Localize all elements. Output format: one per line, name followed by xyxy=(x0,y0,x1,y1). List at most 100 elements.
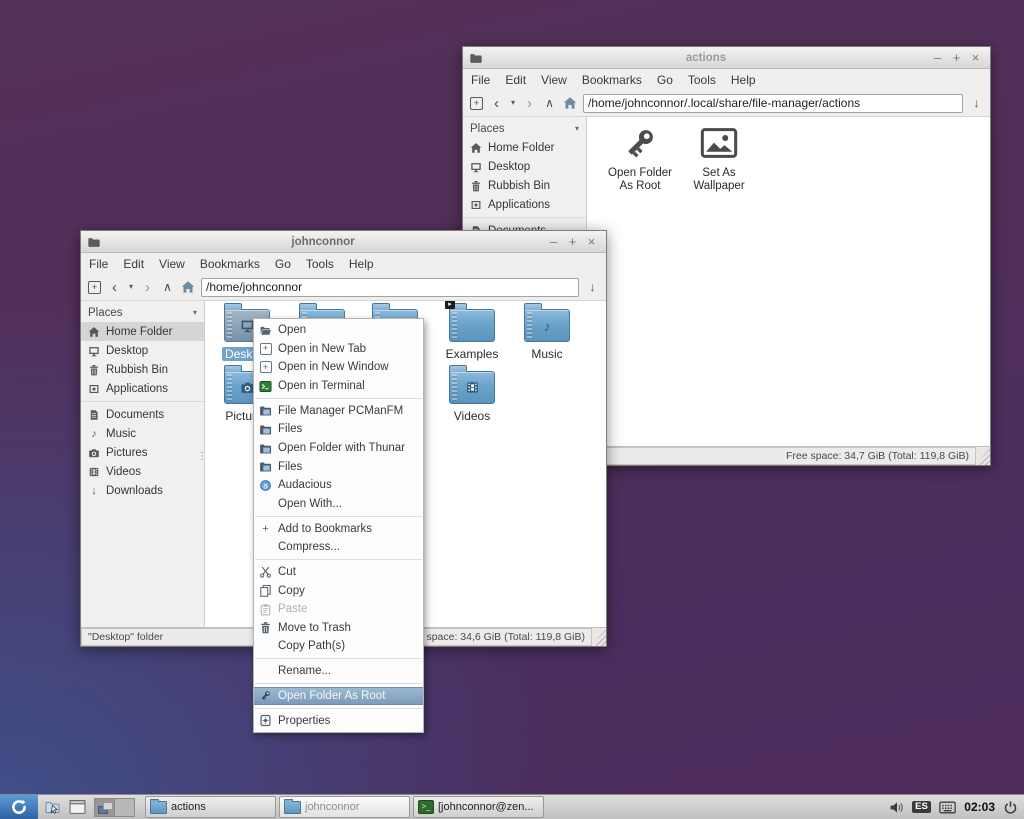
back-icon[interactable]: ‹ xyxy=(488,94,505,112)
sidebar-item-home[interactable]: Home Folder xyxy=(81,322,204,341)
keyboard-layout-badge[interactable]: ES xyxy=(912,801,932,814)
file-view-actions[interactable]: Open Folder As Root Set As Wallpaper xyxy=(587,117,990,446)
address-bar[interactable] xyxy=(201,278,579,297)
folder-music[interactable]: ♪ Music xyxy=(517,301,577,361)
sidebar-item-videos[interactable]: Videos xyxy=(81,462,204,481)
keyboard-icon[interactable] xyxy=(939,800,956,815)
menu-file[interactable]: File xyxy=(89,257,108,271)
folder-videos[interactable]: Videos xyxy=(442,363,502,423)
menu-file[interactable]: File xyxy=(471,73,490,87)
file-set-as-wallpaper[interactable]: Set As Wallpaper xyxy=(683,123,755,193)
start-menu-button[interactable] xyxy=(0,795,38,819)
properties-icon xyxy=(259,714,272,727)
folder-examples[interactable]: ▸ Examples xyxy=(442,301,502,361)
sidebar-item-documents[interactable]: Documents xyxy=(81,405,204,424)
menu-view[interactable]: View xyxy=(159,257,185,271)
new-tab-icon: + xyxy=(260,343,272,355)
places-header[interactable]: Places ▾ xyxy=(463,119,586,138)
menu-item-copy-paths[interactable]: Copy Path(s) xyxy=(254,637,423,656)
menu-item-open-in-terminal[interactable]: Open in Terminal xyxy=(254,377,423,396)
menu-item-add-to-bookmarks[interactable]: +Add to Bookmarks xyxy=(254,519,423,538)
menu-item-move-to-trash[interactable]: Move to Trash xyxy=(254,618,423,637)
resize-grip[interactable] xyxy=(976,447,990,465)
image-icon xyxy=(699,123,739,163)
places-header[interactable]: Places ▾ xyxy=(81,303,204,322)
sidebar-item-downloads[interactable]: ↓Downloads xyxy=(81,481,204,500)
close-button[interactable]: × xyxy=(967,49,984,66)
titlebar-actions[interactable]: actions – + × xyxy=(463,47,990,69)
file-manager-launcher[interactable] xyxy=(41,797,63,817)
maximize-button[interactable]: + xyxy=(948,49,965,66)
menu-item-copy[interactable]: Copy xyxy=(254,581,423,600)
titlebar-johnconnor[interactable]: johnconnor – + × xyxy=(81,231,606,253)
menu-bookmarks[interactable]: Bookmarks xyxy=(200,257,260,271)
up-icon[interactable]: ∧ xyxy=(541,94,558,112)
resize-grip[interactable] xyxy=(592,628,606,646)
home-icon[interactable] xyxy=(561,94,578,112)
sidebar-item-rubbish-bin[interactable]: Rubbish Bin xyxy=(463,176,586,195)
menu-item-open-new-window[interactable]: +Open in New Window xyxy=(254,358,423,377)
volume-icon[interactable] xyxy=(889,800,904,815)
menu-item-cut[interactable]: Cut xyxy=(254,563,423,582)
workspace-pager[interactable] xyxy=(94,798,135,817)
taskbar-task-actions[interactable]: actions xyxy=(145,796,276,818)
menu-bookmarks[interactable]: Bookmarks xyxy=(582,73,642,87)
taskbar-task-johnconnor[interactable]: johnconnor xyxy=(279,796,410,818)
window-title: actions xyxy=(489,52,923,64)
maximize-button[interactable]: + xyxy=(564,233,581,250)
workspace-2[interactable] xyxy=(114,799,134,816)
menu-item-files-2[interactable]: Files xyxy=(254,457,423,476)
menu-item-open[interactable]: Open xyxy=(254,321,423,340)
history-caret-icon[interactable]: ▾ xyxy=(126,278,136,296)
menu-help[interactable]: Help xyxy=(349,257,374,271)
menu-edit[interactable]: Edit xyxy=(123,257,144,271)
jump-to-icon[interactable]: ↓ xyxy=(968,94,985,112)
menu-item-thunar[interactable]: Open Folder with Thunar xyxy=(254,439,423,458)
minimize-button[interactable]: – xyxy=(545,233,562,250)
menu-item-pcmanfm[interactable]: File Manager PCManFM xyxy=(254,402,423,421)
sidebar-item-applications[interactable]: Applications xyxy=(463,195,586,214)
taskbar-task-terminal[interactable]: >_ [johnconnor@zen... xyxy=(413,796,544,818)
sidebar-item-home[interactable]: Home Folder xyxy=(463,138,586,157)
home-icon xyxy=(470,142,482,154)
menu-help[interactable]: Help xyxy=(731,73,756,87)
minimize-button[interactable]: – xyxy=(929,49,946,66)
sidebar-item-applications[interactable]: Applications xyxy=(81,379,204,398)
forward-icon[interactable]: › xyxy=(139,278,156,296)
menu-item-rename[interactable]: Rename... xyxy=(254,662,423,681)
menu-item-properties[interactable]: Properties xyxy=(254,711,423,730)
menu-go[interactable]: Go xyxy=(657,73,673,87)
menu-view[interactable]: View xyxy=(541,73,567,87)
power-icon[interactable] xyxy=(1003,800,1018,815)
file-open-folder-as-root[interactable]: Open Folder As Root xyxy=(601,123,679,193)
jump-to-icon[interactable]: ↓ xyxy=(584,278,601,296)
home-icon[interactable] xyxy=(179,278,196,296)
new-tab-icon[interactable]: + xyxy=(86,278,103,296)
new-tab-icon[interactable]: + xyxy=(468,94,485,112)
show-desktop-button[interactable] xyxy=(66,797,88,817)
menu-edit[interactable]: Edit xyxy=(505,73,526,87)
forward-icon[interactable]: › xyxy=(521,94,538,112)
workspace-1[interactable] xyxy=(95,799,114,816)
back-icon[interactable]: ‹ xyxy=(106,278,123,296)
menu-item-open-with[interactable]: Open With... xyxy=(254,495,423,514)
menu-item-open-folder-as-root[interactable]: Open Folder As Root xyxy=(254,687,423,706)
sidebar-item-desktop[interactable]: Desktop xyxy=(81,341,204,360)
up-icon[interactable]: ∧ xyxy=(159,278,176,296)
sidebar-item-rubbish-bin[interactable]: Rubbish Bin xyxy=(81,360,204,379)
clock[interactable]: 02:03 xyxy=(964,800,995,814)
sidebar-item-music[interactable]: ♪Music xyxy=(81,424,204,443)
close-button[interactable]: × xyxy=(583,233,600,250)
menu-tools[interactable]: Tools xyxy=(306,257,334,271)
menu-item-audacious[interactable]: Audacious xyxy=(254,476,423,495)
menu-item-files-1[interactable]: Files xyxy=(254,420,423,439)
sidebar-item-desktop[interactable]: Desktop xyxy=(463,157,586,176)
menu-item-open-new-tab[interactable]: +Open in New Tab xyxy=(254,340,423,359)
menu-item-compress[interactable]: Compress... xyxy=(254,538,423,557)
address-bar[interactable] xyxy=(583,94,963,113)
menu-tools[interactable]: Tools xyxy=(688,73,716,87)
menu-go[interactable]: Go xyxy=(275,257,291,271)
menubar: File Edit View Bookmarks Go Tools Help xyxy=(81,253,606,274)
history-caret-icon[interactable]: ▾ xyxy=(508,94,518,112)
sidebar-item-pictures[interactable]: Pictures xyxy=(81,443,204,462)
